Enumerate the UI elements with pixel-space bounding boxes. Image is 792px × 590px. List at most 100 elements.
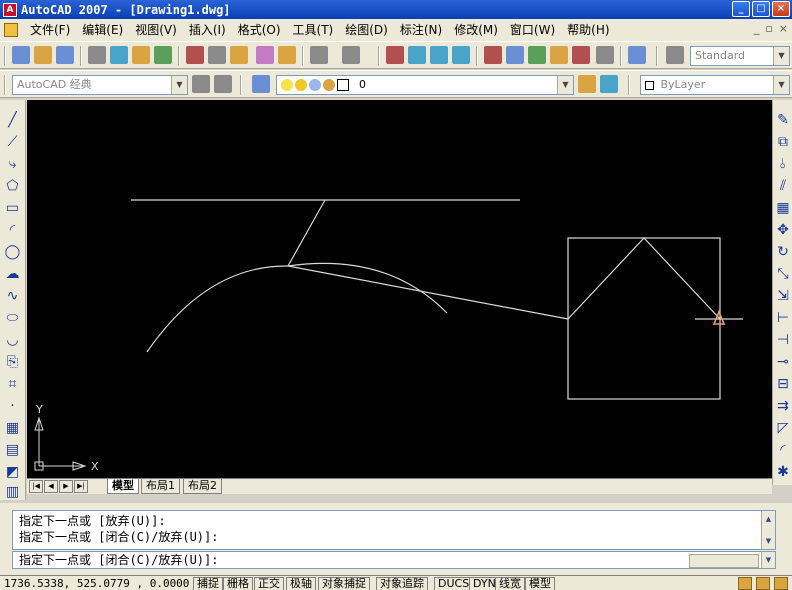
long-line[interactable]: [287, 265, 569, 320]
hatch-icon[interactable]: ▦: [4, 420, 21, 436]
move-icon[interactable]: ✥: [775, 222, 791, 238]
block-editor-icon[interactable]: [278, 46, 296, 64]
break-at-point-icon[interactable]: ⊸: [775, 354, 791, 370]
region-icon[interactable]: ◩: [4, 464, 21, 480]
my-workspace-icon[interactable]: [214, 75, 232, 93]
help-icon[interactable]: [628, 46, 646, 64]
autocad-logo-icon[interactable]: A: [3, 2, 17, 17]
line-icon[interactable]: ╱: [4, 112, 21, 128]
redo-icon[interactable]: [342, 46, 360, 64]
publish-icon[interactable]: [132, 46, 150, 64]
osnap-toggle[interactable]: 对象捕捉: [318, 577, 370, 590]
circle-icon[interactable]: ◯: [4, 244, 21, 260]
chevron-down-icon[interactable]: ▼: [557, 76, 573, 94]
command-input-scrollbar[interactable]: ▼: [761, 552, 775, 568]
scroll-down-icon[interactable]: ▼: [762, 554, 775, 566]
status-menu-icon[interactable]: [774, 577, 788, 590]
sheet-set-icon[interactable]: [550, 46, 568, 64]
document-icon[interactable]: [4, 23, 18, 37]
table-icon[interactable]: ▥: [4, 484, 21, 500]
close-button[interactable]: ×: [772, 1, 790, 17]
layer-properties-icon[interactable]: [252, 75, 270, 93]
toolbar-grip[interactable]: [4, 46, 6, 66]
revision-cloud-icon[interactable]: ☁: [4, 266, 21, 282]
snap-toggle[interactable]: 捕捉: [193, 577, 223, 590]
insert-block-icon[interactable]: ⎘: [4, 354, 21, 370]
first-tab-button[interactable]: |◀: [29, 480, 43, 493]
layer-combo[interactable]: 0 ▼: [276, 75, 574, 95]
scale-icon[interactable]: ⤡: [775, 266, 791, 282]
ducs-toggle[interactable]: DUCS: [434, 577, 474, 590]
text-style-combo[interactable]: Standard ▼: [690, 46, 790, 66]
polyline-icon[interactable]: ⤷: [4, 156, 21, 172]
toolbar-grip[interactable]: [656, 46, 658, 66]
explode-icon[interactable]: ✱: [775, 464, 791, 480]
rectangle-icon[interactable]: ▭: [4, 200, 21, 216]
menu-format[interactable]: 格式(O): [232, 19, 287, 41]
print-icon[interactable]: [88, 46, 106, 64]
layer-on-icon[interactable]: [281, 79, 293, 91]
fillet-icon[interactable]: ◜: [775, 442, 791, 458]
mirror-icon[interactable]: ⫰: [775, 156, 791, 172]
pan-icon[interactable]: [386, 46, 404, 64]
layer-freeze-icon[interactable]: [295, 79, 307, 91]
menu-view[interactable]: 视图(V): [129, 19, 183, 41]
tab-layout2[interactable]: 布局2: [183, 479, 222, 494]
text-style-icon[interactable]: [666, 46, 684, 64]
next-tab-button[interactable]: ▶: [59, 480, 73, 493]
spline-icon[interactable]: ∿: [4, 288, 21, 304]
command-input[interactable]: 指定下一点或 [闭合(C)/放弃(U)]: ▼: [12, 551, 776, 569]
arc-left[interactable]: [146, 265, 289, 353]
break-icon[interactable]: ⊟: [775, 376, 791, 392]
model-toggle[interactable]: 模型: [525, 577, 555, 590]
open-icon[interactable]: [34, 46, 52, 64]
otrack-toggle[interactable]: 对象追踪: [376, 577, 428, 590]
construction-line-icon[interactable]: ⟋: [4, 134, 21, 150]
print-preview-icon[interactable]: [110, 46, 128, 64]
doc-close-button[interactable]: ×: [779, 22, 788, 35]
properties-icon[interactable]: [484, 46, 502, 64]
copy-icon[interactable]: [208, 46, 226, 64]
offset-icon[interactable]: ⫽: [775, 178, 791, 194]
command-history[interactable]: 指定下一点或 [放弃(U)]: 指定下一点或 [闭合(C)/放弃(U)]: ▲ …: [12, 510, 776, 550]
layer-lock-icon[interactable]: [323, 79, 335, 91]
rotate-icon[interactable]: ↻: [775, 244, 791, 260]
erase-icon[interactable]: ✎: [775, 112, 791, 128]
color-combo[interactable]: ByLayer ▼: [640, 75, 790, 95]
trim-icon[interactable]: ⊢: [775, 310, 791, 326]
workspace-combo[interactable]: AutoCAD 经典 ▼: [12, 75, 188, 95]
maximize-button[interactable]: □: [752, 1, 770, 17]
polygon-icon[interactable]: ⬠: [4, 178, 21, 194]
point-icon[interactable]: ·: [4, 398, 21, 414]
layer-viewport-freeze-icon[interactable]: [309, 79, 321, 91]
extend-icon[interactable]: ⊣: [775, 332, 791, 348]
chevron-down-icon[interactable]: ▼: [773, 47, 789, 65]
lock-icon[interactable]: [756, 577, 770, 590]
menu-help[interactable]: 帮助(H): [561, 19, 615, 41]
menu-tools[interactable]: 工具(T): [287, 19, 340, 41]
array-icon[interactable]: ▦: [775, 200, 791, 216]
ellipse-icon[interactable]: ⬭: [4, 310, 21, 326]
zoom-window-icon[interactable]: [430, 46, 448, 64]
tool-palettes-icon[interactable]: [528, 46, 546, 64]
new-icon[interactable]: [12, 46, 30, 64]
tab-model[interactable]: 模型: [107, 479, 139, 494]
save-icon[interactable]: [56, 46, 74, 64]
roof-polyline[interactable]: [567, 237, 721, 320]
chevron-down-icon[interactable]: ▼: [171, 76, 187, 94]
copy-object-icon[interactable]: ⧉: [775, 134, 791, 150]
stretch-icon[interactable]: ⇲: [775, 288, 791, 304]
menu-insert[interactable]: 插入(I): [183, 19, 232, 41]
menu-draw[interactable]: 绘图(D): [339, 19, 394, 41]
layer-previous-icon[interactable]: [600, 75, 618, 93]
paste-icon[interactable]: [230, 46, 248, 64]
ortho-toggle[interactable]: 正交: [254, 577, 284, 590]
coordinate-readout[interactable]: 1736.5338, 525.0779 , 0.0000: [4, 576, 189, 590]
minimize-button[interactable]: _: [732, 1, 750, 17]
lineweight-toggle[interactable]: 线宽: [495, 577, 525, 590]
menu-file[interactable]: 文件(F): [24, 19, 76, 41]
cut-icon[interactable]: [186, 46, 204, 64]
arc-icon[interactable]: ◜: [4, 222, 21, 238]
gradient-icon[interactable]: ▤: [4, 442, 21, 458]
doc-minimize-button[interactable]: _: [754, 22, 760, 35]
